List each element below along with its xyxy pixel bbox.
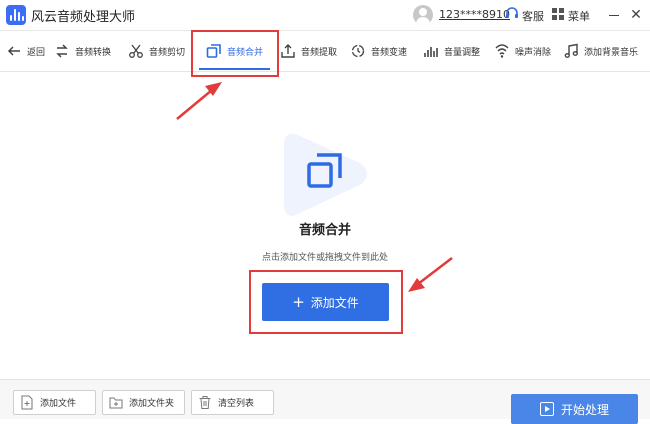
minimize-button[interactable] (604, 4, 624, 26)
tool-label: 音量调整 (444, 47, 481, 58)
tool-audio-cut[interactable]: 音频剪切 (128, 31, 185, 71)
music-note-icon (564, 43, 578, 58)
tool-audio-extract[interactable]: 音频提取 (280, 31, 337, 71)
headset-icon[interactable] (505, 7, 519, 21)
tool-label: 返回 (27, 47, 46, 58)
menu-grid-icon[interactable] (551, 7, 565, 21)
play-icon (539, 402, 554, 416)
extract-icon (281, 44, 295, 58)
tool-audio-speed[interactable]: 音频变速 (350, 31, 407, 71)
speed-icon (351, 44, 365, 58)
clear-list-label: 清空列表 (218, 399, 255, 409)
tool-label: 音频合并 (227, 47, 264, 58)
back-arrow-icon (7, 46, 20, 56)
noise-icon (495, 44, 509, 58)
tool-back[interactable]: 返回 (6, 31, 45, 71)
tool-noise-removal[interactable]: 噪声消除 (494, 31, 551, 71)
support-button[interactable]: 客服 (522, 8, 544, 24)
merge-hero-icon (284, 133, 367, 216)
drop-zone[interactable]: 音频合并 点击添加文件或拖拽文件到此处 + 添加文件 (0, 72, 650, 379)
tool-label: 音频提取 (301, 47, 338, 58)
menu-button[interactable]: 菜单 (568, 8, 590, 24)
add-folder-label: 添加文件夹 (129, 399, 175, 409)
app-logo-icon (6, 5, 26, 25)
merge-icon (206, 44, 221, 58)
add-file-bottom-button[interactable]: 添加文件 (13, 390, 96, 415)
plus-icon: + (292, 292, 305, 311)
clear-list-button[interactable]: 清空列表 (191, 390, 274, 415)
tool-label: 音频转换 (75, 47, 112, 58)
scissors-icon (129, 44, 143, 58)
folder-icon (109, 397, 123, 409)
trash-icon (199, 396, 211, 409)
tool-audio-convert[interactable]: 音频转换 (54, 31, 111, 71)
username-link[interactable]: 123****8910 (439, 8, 510, 21)
volume-bars-icon (424, 47, 438, 57)
page-title: 音频合并 (298, 223, 351, 238)
start-label: 开始处理 (560, 402, 609, 417)
tool-label: 音频变速 (371, 47, 408, 58)
tool-audio-merge[interactable]: 音频合并 (206, 31, 263, 71)
drop-hint: 点击添加文件或拖拽文件到此处 (261, 253, 388, 263)
add-file-button[interactable]: + 添加文件 (262, 283, 389, 321)
add-file-label: 添加文件 (310, 295, 359, 310)
close-button[interactable]: ✕ (626, 4, 646, 26)
add-file-bottom-label: 添加文件 (40, 399, 77, 409)
app-title: 风云音频处理大师 (31, 10, 136, 25)
title-bar: 风云音频处理大师 123****8910 客服 菜单 ✕ (0, 0, 650, 31)
function-toolbar: 返回 音频转换 音频剪切 音频合并 音频提取 音频变速 音量调整 噪声消除 添加… (0, 31, 650, 72)
tool-label: 噪声消除 (515, 47, 552, 58)
tool-label: 音频剪切 (149, 47, 186, 58)
add-folder-button[interactable]: 添加文件夹 (102, 390, 185, 415)
tool-volume-adjust[interactable]: 音量调整 (423, 31, 480, 71)
add-file-icon (21, 395, 33, 410)
start-processing-button[interactable]: 开始处理 (511, 394, 638, 424)
tool-label: 添加背景音乐 (584, 47, 639, 58)
tool-add-bgm[interactable]: 添加背景音乐 (563, 31, 638, 71)
avatar[interactable] (413, 5, 433, 25)
active-tab-indicator (199, 68, 270, 70)
convert-icon (56, 44, 68, 58)
